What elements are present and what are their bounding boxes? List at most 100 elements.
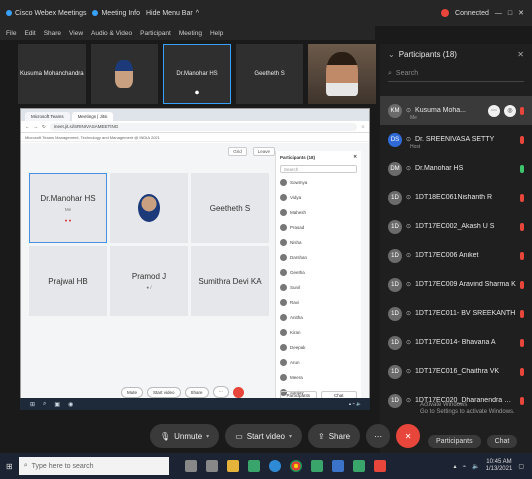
participant-item[interactable]: 1D ⊙ 1DT17EC011- BV SREEKANTH [380,299,532,328]
task-view-icon[interactable] [205,460,218,472]
participant-item[interactable]: 1D ⊙ 1DT17EC002_Akash U S [380,212,532,241]
grid-button[interactable]: Grid [228,146,247,156]
panel-row[interactable]: Anitha [276,310,361,325]
panel-row[interactable]: Darshan [276,250,361,265]
grid-tile[interactable]: Pramod J ● / [110,246,188,316]
participant-item[interactable]: DS ⊙ Dr. SREENIVASA SETTY Host [380,125,532,154]
store-icon[interactable] [247,460,260,472]
edge-icon[interactable] [268,460,281,472]
browser-tab[interactable]: Microsoft Teams [25,112,70,121]
meeting-info-button[interactable]: Meeting Info [92,10,140,17]
menu-share[interactable]: Share [44,30,61,37]
leave-button[interactable]: Leave [252,146,275,156]
browser-tab-active[interactable]: Meetings | Jitsi [71,112,114,121]
word-icon[interactable] [331,460,344,472]
mic-status-icon [520,164,524,173]
mute-button[interactable]: Mute [121,386,144,398]
panel-row[interactable]: Mahesh [276,205,361,220]
menu-file[interactable]: File [6,30,16,37]
menu-audio-video[interactable]: Audio & Video [91,30,132,37]
share-button[interactable]: Share [184,386,209,398]
panel-row[interactable]: Nisha [276,235,361,250]
participants-button[interactable]: Participants [428,435,481,448]
panel-row[interactable]: Kiran [276,325,361,340]
volume-icon[interactable]: 🔈 [472,463,479,470]
hide-menu-bar-button[interactable]: Hide Menu Bar ^ [146,10,199,17]
video-tile[interactable] [90,44,159,104]
panel-row[interactable]: Arun [276,355,361,370]
menu-view[interactable]: View [69,30,83,37]
url-field[interactable]: meet.jit.si/SRINIVASAMEETING [49,122,357,131]
participant-item[interactable]: 1D ⊙ 1DT17EC016_Chaithra VK [380,357,532,386]
panel-row[interactable]: Deepak [276,340,361,355]
start-video-button[interactable]: ▭ Start video ▾ [225,424,303,448]
app-icon[interactable] [373,460,386,472]
excel-icon[interactable] [310,460,323,472]
taskbar-search-input[interactable]: ⌕ Type here to search [18,457,169,475]
reload-icon[interactable]: ↻ [42,124,46,130]
unmute-button[interactable]: 🎙 Unmute ▾ [150,424,220,448]
forward-icon[interactable]: → [34,124,39,129]
panel-row[interactable]: Ravi [276,295,361,310]
more-button[interactable]: ⋯ [212,386,230,398]
shared-screen[interactable]: Microsoft Teams Meetings | Jitsi ← → ↻ m… [20,108,370,410]
panel-row[interactable]: Meera [276,370,361,385]
more-options-button[interactable]: ⋯ [366,424,391,448]
back-icon[interactable]: ← [25,124,30,129]
grid-tile[interactable]: Prajwal HB [29,246,107,316]
cortana-icon[interactable] [184,460,197,472]
close-icon[interactable]: ✕ [517,50,524,59]
participant-search-input[interactable]: ⌕ Search [388,66,524,82]
participant-item[interactable]: 1D ⊙ 1DT17EC014- Bhavana A [380,328,532,357]
participant-item[interactable]: 1D ⊙ 1DT17EC009 Aravind Sharma K [380,270,532,299]
panel-search-input[interactable]: Search [280,165,357,173]
tray-chevron-icon[interactable]: ▴ [454,463,457,470]
remote-taskbar: ⊞ ⌕ ▣ ◉ ▴ ⌁ 🔈 [20,398,370,410]
video-tile[interactable]: Kusuma Mohanchandra [18,44,86,104]
minimize-icon[interactable]: — [495,10,502,17]
grid-tile[interactable]: Dr.Manohar HS Me ● ● [29,173,107,243]
menu-help[interactable]: Help [210,30,223,37]
menu-participant[interactable]: Participant [140,30,171,37]
chevron-down-icon[interactable]: ⌄ [388,50,395,59]
grid-tile[interactable]: Sumithra Devi KA [191,246,269,316]
panel-row[interactable]: Vidya [276,190,361,205]
mic-icon: ⊙ [406,398,412,404]
star-icon[interactable]: ☆ [361,124,365,130]
connection-status[interactable]: Connected [455,10,489,17]
start-video-button[interactable]: Start video [147,386,181,398]
panel-row[interactable]: Geetha [276,265,361,280]
more-button[interactable]: ⋯ [488,104,500,117]
taskbar-clock[interactable]: 10:45 AM 1/13/2021 [486,459,513,473]
video-tile-camera[interactable] [308,44,376,104]
participant-item[interactable]: DM ⊙ Dr.Manohar HS [380,154,532,183]
participant-item[interactable]: KM ⊙ Kusuma Moha... ⋯ ◎ Me [380,96,532,125]
panel-row[interactable]: Sunil [276,280,361,295]
notifications-icon[interactable]: ▢ [518,463,524,470]
chevron-down-icon[interactable]: ▾ [206,433,209,440]
panel-row[interactable]: Prasad [276,220,361,235]
mute-button[interactable]: ◎ [504,104,516,117]
participant-item[interactable]: 1D ⊙ 1DT17EC006 Aniket [380,241,532,270]
close-icon[interactable]: ✕ [353,154,357,160]
panel-row[interactable]: Sowmya [276,175,361,190]
menu-meeting[interactable]: Meeting [179,30,202,37]
grid-tile[interactable]: Geetheth S [191,173,269,243]
video-tile[interactable]: Geetheth S [235,44,304,104]
chrome-icon[interactable] [289,460,302,472]
end-call-button[interactable] [233,386,245,398]
windows-start-icon[interactable]: ⊞ [6,462,13,471]
leave-meeting-button[interactable]: ✕ [396,424,421,448]
maximize-icon[interactable]: □ [508,10,512,17]
network-icon[interactable]: ⌁ [463,463,467,470]
menu-edit[interactable]: Edit [24,30,35,37]
grid-tile[interactable] [110,173,188,243]
close-icon[interactable]: ✕ [518,9,524,17]
share-button[interactable]: ⇪ Share [308,424,361,448]
chat-button[interactable]: Chat [486,435,518,448]
webex-icon[interactable] [352,460,365,472]
file-explorer-icon[interactable] [226,460,239,472]
participant-item[interactable]: 1D ⊙ 1DT18EC061Nishanth R [380,183,532,212]
video-tile-active[interactable]: Dr.Manohar HS ⏺ [163,44,231,104]
chevron-down-icon[interactable]: ▾ [289,433,292,440]
